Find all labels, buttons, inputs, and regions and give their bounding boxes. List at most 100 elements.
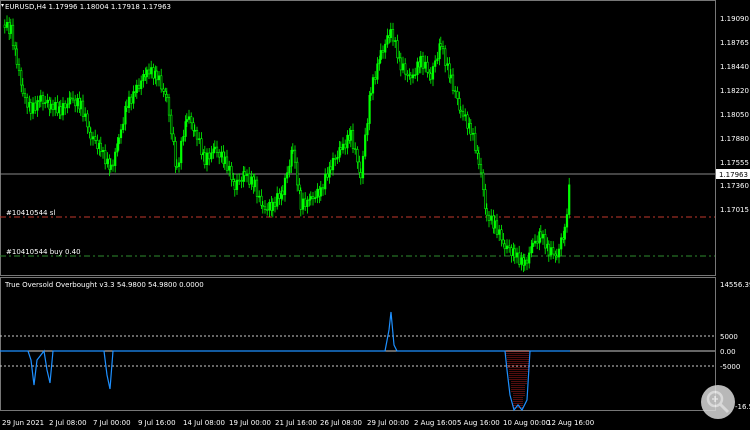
candle-body <box>255 179 259 197</box>
candle-body <box>476 150 479 154</box>
candle-body <box>124 105 127 125</box>
price-tick: 1.18765 <box>720 39 749 47</box>
candle-body <box>424 61 427 69</box>
candle-body <box>391 29 395 42</box>
price-tick: 1.17880 <box>720 135 749 143</box>
candle-body <box>518 252 521 265</box>
price-tick: 1.17015 <box>720 206 749 214</box>
candle-body <box>314 197 317 200</box>
candle-body <box>290 149 293 167</box>
candle-body <box>160 75 163 90</box>
candle-body <box>208 152 211 160</box>
candle-body <box>354 148 357 150</box>
indicator-title: True Oversold Overbought v3.3 54.9800 54… <box>4 281 204 289</box>
candle-body <box>495 220 499 235</box>
candle-body <box>394 40 397 42</box>
candle-body <box>469 123 472 135</box>
candle-body <box>547 243 550 256</box>
candle-body <box>99 142 102 153</box>
candle-body <box>26 97 29 108</box>
candle-body <box>386 35 389 45</box>
candle-body <box>369 92 372 96</box>
candle-body <box>281 190 284 196</box>
candle-body <box>195 130 199 140</box>
candle-body <box>326 173 329 178</box>
trading-chart[interactable]: EURUSD,H4 1.17996 1.18004 1.17918 1.1796… <box>0 0 750 430</box>
candle-body <box>56 101 59 114</box>
candle-body <box>34 102 37 111</box>
candle-body <box>544 234 547 249</box>
candle-body <box>461 110 465 117</box>
candle-body <box>456 91 459 99</box>
candle-body <box>401 63 405 71</box>
candle-body <box>444 48 447 66</box>
time-tick: 7 Jul 00:00 <box>93 419 131 427</box>
current-price-label: 1.17963 <box>719 171 748 179</box>
candle-body <box>164 90 167 95</box>
price-tick: 1.17555 <box>720 159 749 167</box>
indicator-line <box>0 311 570 412</box>
candle-body <box>482 172 485 190</box>
candle-body <box>379 50 382 60</box>
candle-body <box>187 116 191 120</box>
candle-body <box>510 247 513 256</box>
candle-body <box>228 165 231 171</box>
candle-body <box>184 121 187 137</box>
candle-body <box>96 140 99 149</box>
price-tick: 1.18050 <box>720 111 749 119</box>
candle-body <box>198 138 201 140</box>
candle-body <box>137 84 141 90</box>
candle-body <box>104 150 107 165</box>
candle-body <box>225 156 229 171</box>
candle-body <box>243 171 246 176</box>
zoom-button[interactable] <box>701 385 735 419</box>
candle-body <box>260 195 263 206</box>
candle-body <box>441 46 445 50</box>
time-tick: 21 Jul 16:00 <box>275 419 317 427</box>
candle-body <box>414 74 417 76</box>
candle-body <box>487 214 491 221</box>
candle-body <box>304 198 307 207</box>
dropdown-icon[interactable] <box>1 4 4 7</box>
candle-body <box>541 234 545 239</box>
candle-body <box>15 48 18 65</box>
candle-body <box>283 177 287 196</box>
candle-body <box>306 199 309 207</box>
price-tick: 1.18220 <box>720 87 749 95</box>
candle-body <box>5 22 9 28</box>
candle-body <box>404 63 407 75</box>
candle-body <box>89 131 92 140</box>
candle-body <box>111 164 115 167</box>
candle-body <box>533 240 537 244</box>
candle-body <box>384 43 387 53</box>
candle-body <box>316 188 319 198</box>
candle-body <box>479 164 483 174</box>
candles-group <box>3 15 571 273</box>
price-tick: 1.18440 <box>720 63 749 71</box>
candle-body <box>464 114 467 117</box>
candle-body <box>498 229 501 235</box>
time-axis: 29 Jun 2021 2 Jul 08:00 7 Jul 00:00 9 Ju… <box>2 419 594 427</box>
candle-body <box>513 248 516 258</box>
candle-body <box>69 97 72 100</box>
candle-body <box>549 247 553 256</box>
candle-body <box>155 70 158 81</box>
candle-body <box>454 90 457 92</box>
candle-body <box>346 134 349 149</box>
candle-body <box>439 43 442 47</box>
candle-body <box>29 102 32 114</box>
candle-body <box>436 58 439 62</box>
candle-body <box>502 239 505 245</box>
candle-body <box>76 98 79 107</box>
time-tick: 19 Jul 00:00 <box>229 419 271 427</box>
candle-body <box>94 136 97 141</box>
candle-body <box>61 103 65 116</box>
candle-body <box>505 245 509 250</box>
candle-body <box>474 132 477 151</box>
candle-body <box>331 158 335 171</box>
candle-body <box>531 242 534 247</box>
candle-body <box>500 229 503 241</box>
candle-body <box>301 198 305 210</box>
candle-body <box>170 114 173 135</box>
candle-body <box>364 134 367 157</box>
